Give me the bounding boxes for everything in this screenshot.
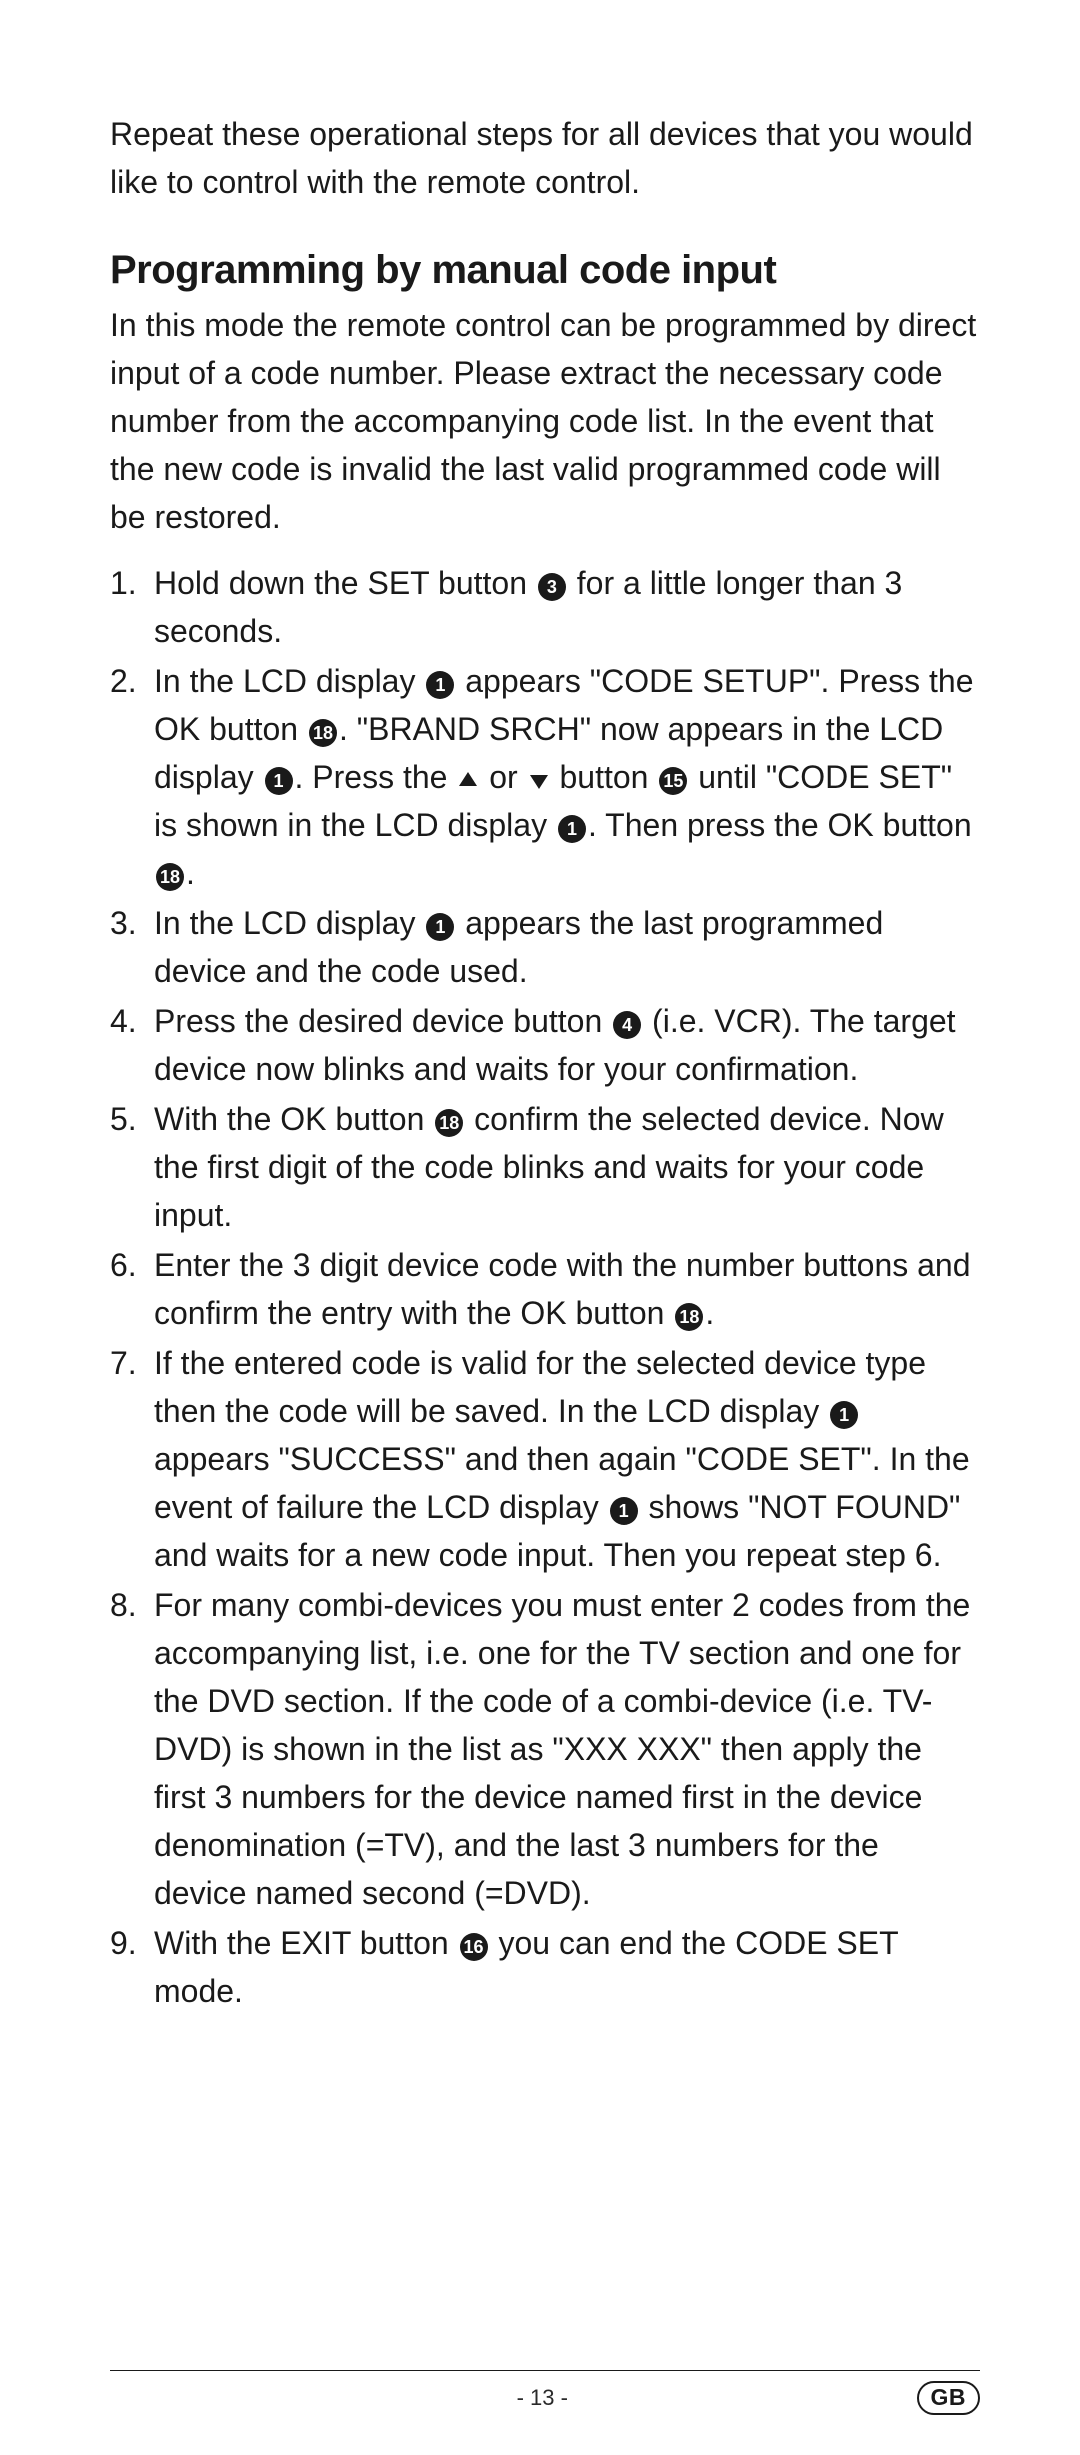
step-text: . Then press the OK button bbox=[588, 807, 972, 843]
intro-paragraph: Repeat these operational steps for all d… bbox=[110, 110, 980, 206]
triangle-down-icon bbox=[530, 775, 548, 789]
circled-ref-icon: 4 bbox=[613, 1011, 641, 1039]
circled-ref-icon: 1 bbox=[426, 671, 454, 699]
step-item: In the LCD display 1 appears the last pr… bbox=[154, 899, 980, 995]
circled-ref-icon: 18 bbox=[435, 1109, 463, 1137]
circled-ref-icon: 18 bbox=[675, 1303, 703, 1331]
circled-ref-icon: 1 bbox=[265, 767, 293, 795]
circled-ref-icon: 18 bbox=[156, 863, 184, 891]
steps-list: Hold down the SET button 3 for a little … bbox=[110, 559, 980, 2015]
step-text: Enter the 3 digit device code with the n… bbox=[154, 1247, 971, 1331]
page-footer: - 13 - GB bbox=[110, 2370, 980, 2415]
step-text: With the EXIT button bbox=[154, 1925, 458, 1961]
circled-ref-icon: 16 bbox=[460, 1933, 488, 1961]
circled-ref-icon: 1 bbox=[830, 1401, 858, 1429]
step-text: Press the desired device button bbox=[154, 1003, 611, 1039]
section-heading: Programming by manual code input bbox=[110, 248, 980, 293]
step-item: In the LCD display 1 appears "CODE SETUP… bbox=[154, 657, 980, 897]
step-text: In the LCD display bbox=[154, 905, 424, 941]
circled-ref-icon: 15 bbox=[659, 767, 687, 795]
footer-rule bbox=[110, 2370, 980, 2371]
step-text: With the OK button bbox=[154, 1101, 433, 1137]
page-number: - 13 - bbox=[168, 2385, 917, 2411]
step-item: With the EXIT button 16 you can end the … bbox=[154, 1919, 980, 2015]
step-text: button bbox=[551, 759, 658, 795]
intro-paragraph-2: In this mode the remote control can be p… bbox=[110, 301, 980, 541]
step-item: Enter the 3 digit device code with the n… bbox=[154, 1241, 980, 1337]
step-text: Hold down the SET button bbox=[154, 565, 536, 601]
circled-ref-icon: 18 bbox=[309, 719, 337, 747]
step-text: For many combi-devices you must enter 2 … bbox=[154, 1587, 970, 1911]
triangle-up-icon bbox=[459, 772, 477, 786]
circled-ref-icon: 1 bbox=[426, 913, 454, 941]
step-text: In the LCD display bbox=[154, 663, 424, 699]
step-text: If the entered code is valid for the sel… bbox=[154, 1345, 926, 1429]
step-text: . Press the bbox=[295, 759, 457, 795]
step-text: or bbox=[480, 759, 526, 795]
step-text: . bbox=[186, 855, 195, 891]
step-item: For many combi-devices you must enter 2 … bbox=[154, 1581, 980, 1917]
step-item: Press the desired device button 4 (i.e. … bbox=[154, 997, 980, 1093]
step-item: If the entered code is valid for the sel… bbox=[154, 1339, 980, 1579]
circled-ref-icon: 1 bbox=[558, 815, 586, 843]
circled-ref-icon: 1 bbox=[610, 1497, 638, 1525]
step-text: . bbox=[705, 1295, 714, 1331]
step-item: Hold down the SET button 3 for a little … bbox=[154, 559, 980, 655]
step-item: With the OK button 18 confirm the select… bbox=[154, 1095, 980, 1239]
footer-row: - 13 - GB bbox=[110, 2381, 980, 2415]
region-badge: GB bbox=[917, 2381, 981, 2415]
circled-ref-icon: 3 bbox=[538, 573, 566, 601]
